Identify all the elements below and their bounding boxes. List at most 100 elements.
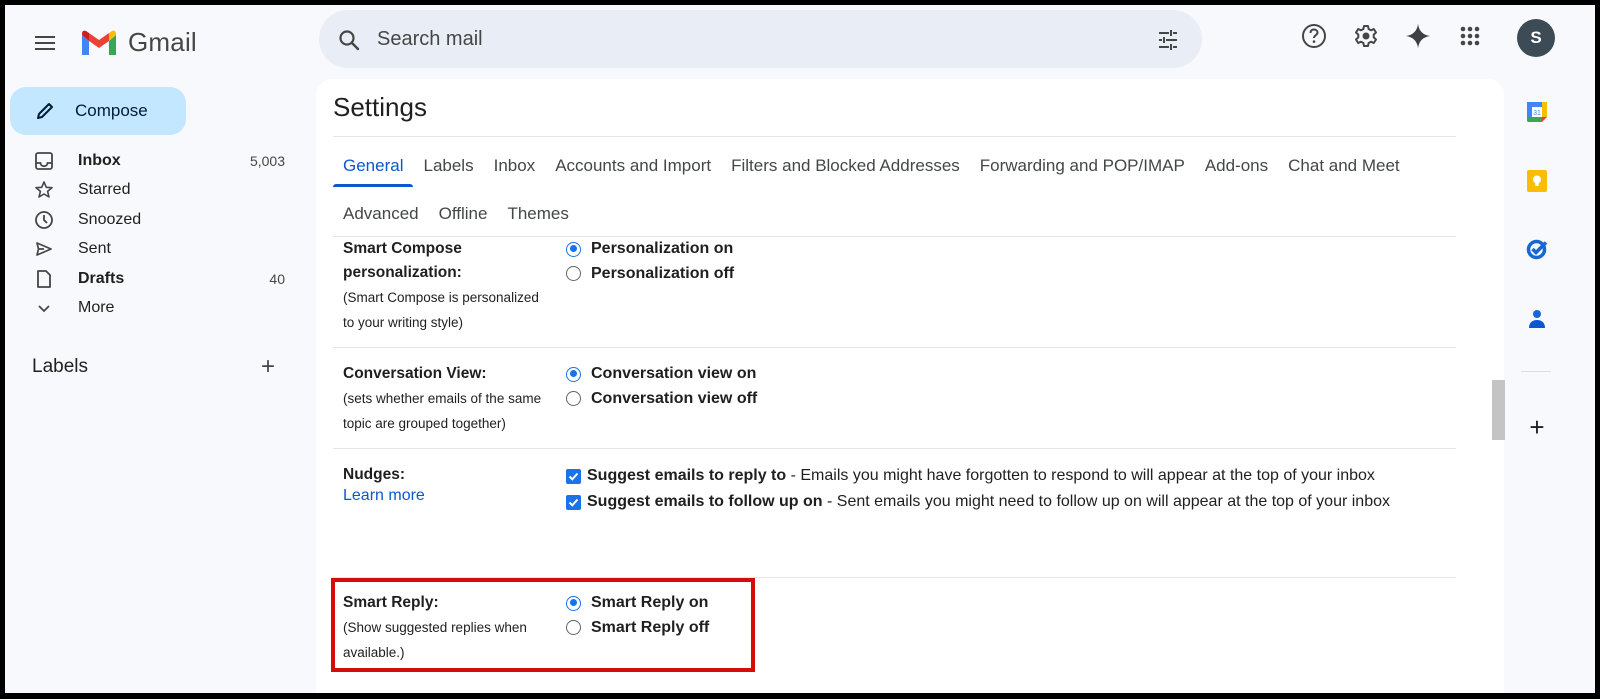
- compose-label: Compose: [75, 101, 148, 120]
- sidebar-item-label: Drafts: [78, 269, 125, 287]
- keep-icon[interactable]: [1525, 169, 1549, 193]
- sidebar-item-inbox[interactable]: Inbox 5,003: [5, 146, 315, 176]
- gmail-m-icon: [82, 30, 116, 55]
- sidebar-item-label: Starred: [78, 181, 131, 199]
- sidebar-item-snoozed[interactable]: Snoozed: [5, 205, 315, 235]
- option-conversation-view-on[interactable]: Conversation view on: [566, 362, 757, 387]
- send-icon: [36, 242, 52, 257]
- option-label: Personalization on: [591, 240, 734, 258]
- calendar-icon[interactable]: 31: [1525, 100, 1549, 124]
- search-icon[interactable]: [337, 28, 361, 52]
- page-title: Settings: [333, 92, 427, 122]
- sidebar-item-label: Snoozed: [78, 210, 142, 228]
- compose-button[interactable]: Compose: [10, 87, 186, 135]
- tab-offline[interactable]: Offline: [429, 195, 498, 235]
- settings-tabs-row-1: General Labels Inbox Accounts and Import…: [333, 147, 1410, 187]
- setting-title: Conversation View:: [343, 365, 487, 382]
- option-label: Conversation view on: [591, 365, 757, 383]
- tab-labels[interactable]: Labels: [413, 147, 483, 187]
- add-app-button[interactable]: +: [1525, 414, 1549, 440]
- gmail-logo[interactable]: Gmail: [80, 27, 197, 58]
- option-description: - Emails you might have forgotten to res…: [786, 467, 1375, 484]
- smart-reply-highlight-box: [331, 578, 755, 672]
- learn-more-link[interactable]: Learn more: [343, 487, 568, 505]
- settings-tabs-row-2: Advanced Offline Themes: [333, 195, 579, 235]
- tab-advanced[interactable]: Advanced: [333, 195, 429, 235]
- chevron-down-icon: [38, 305, 50, 313]
- sidebar-item-label: Sent: [78, 240, 111, 258]
- option-personalization-on[interactable]: Personalization on: [566, 237, 734, 262]
- apps-grid-icon[interactable]: [1457, 23, 1483, 49]
- gemini-sparkle-icon[interactable]: [1405, 23, 1431, 49]
- setting-label: Smart Compose personalization: (Smart Co…: [343, 237, 568, 335]
- account-avatar[interactable]: S: [1517, 19, 1555, 57]
- option-label: Personalization off: [591, 264, 735, 282]
- option-description: - Sent emails you might need to follow u…: [822, 492, 1390, 510]
- checkbox-checked[interactable]: [566, 494, 581, 510]
- tab-chat-and-meet[interactable]: Chat and Meet: [1278, 147, 1410, 187]
- option-suggest-follow-up: Suggest emails to follow up on - Sent em…: [566, 489, 1446, 515]
- main-menu-button[interactable]: [31, 29, 59, 57]
- setting-title: Nudges:: [343, 466, 405, 483]
- setting-description: (sets whether emails of the same: [343, 391, 542, 406]
- setting-description: topic are grouped together): [343, 416, 506, 431]
- tab-forwarding-and-pop-imap[interactable]: Forwarding and POP/IMAP: [970, 147, 1195, 187]
- setting-label: Nudges: Learn more: [343, 463, 568, 505]
- setting-description: to your writing style): [343, 315, 464, 330]
- setting-label: Conversation View: (sets whether emails …: [343, 362, 568, 436]
- sidebar-nav: Inbox 5,003 Starred Snoozed Sent Drafts …: [5, 146, 315, 323]
- divider: [333, 448, 1456, 449]
- radio-selected[interactable]: [566, 241, 581, 257]
- radio-selected[interactable]: [566, 366, 581, 382]
- checkbox-checked[interactable]: [566, 469, 581, 484]
- option-title: Suggest emails to reply to: [587, 467, 787, 484]
- tab-general[interactable]: General: [333, 147, 414, 187]
- drafts-count: 40: [269, 270, 285, 287]
- sidebar-item-starred[interactable]: Starred: [5, 176, 315, 206]
- search-options-icon[interactable]: [1156, 28, 1180, 52]
- help-icon[interactable]: [1301, 23, 1327, 49]
- setting-description: (Smart Compose is personalized: [343, 290, 539, 305]
- sidebar-item-more[interactable]: More: [5, 294, 315, 324]
- gmail-wordmark: Gmail: [128, 27, 197, 57]
- divider: [333, 136, 1456, 137]
- inbox-icon: [35, 151, 53, 170]
- options: Personalization on Personalization off: [566, 237, 734, 286]
- draft-icon: [37, 269, 51, 288]
- options: Suggest emails to reply to - Emails you …: [566, 463, 1446, 514]
- pencil-icon: [37, 103, 53, 119]
- contacts-icon[interactable]: [1525, 307, 1549, 331]
- sidebar-item-sent[interactable]: Sent: [5, 235, 315, 265]
- settings-panel: Settings General Labels Inbox Accounts a…: [316, 79, 1504, 693]
- sidebar-item-label: Inbox: [78, 151, 121, 169]
- svg-text:31: 31: [1533, 110, 1541, 117]
- tab-themes[interactable]: Themes: [497, 195, 578, 235]
- search-input[interactable]: [377, 10, 1137, 68]
- gmail-window: Gmail Search mail S Compose Inbox 5,003 …: [5, 5, 1595, 693]
- tab-filters-and-blocked-addresses[interactable]: Filters and Blocked Addresses: [721, 147, 970, 187]
- option-conversation-view-off[interactable]: Conversation view off: [566, 387, 757, 412]
- tasks-icon[interactable]: [1525, 237, 1549, 261]
- option-personalization-off[interactable]: Personalization off: [566, 262, 734, 287]
- search-bar[interactable]: [319, 10, 1202, 68]
- tab-add-ons[interactable]: Add-ons: [1195, 147, 1278, 187]
- sidebar-item-label: More: [78, 299, 115, 317]
- sidebar-item-drafts[interactable]: Drafts 40: [5, 264, 315, 294]
- setting-title: Smart Compose: [343, 240, 462, 257]
- unread-count: 5,003: [249, 152, 285, 169]
- setting-title: personalization:: [343, 264, 462, 281]
- tab-accounts-and-import[interactable]: Accounts and Import: [545, 147, 721, 187]
- star-icon: [35, 181, 53, 199]
- divider: [333, 347, 1456, 348]
- add-label-button[interactable]: +: [261, 355, 275, 379]
- option-label: Conversation view off: [591, 389, 758, 407]
- option-suggest-reply: Suggest emails to reply to - Emails you …: [566, 463, 1446, 489]
- options: Conversation view on Conversation view o…: [566, 362, 757, 411]
- option-title: Suggest emails to follow up on: [587, 492, 823, 510]
- tab-inbox[interactable]: Inbox: [484, 147, 546, 187]
- radio-unselected[interactable]: [566, 391, 581, 407]
- rail-divider: [1521, 371, 1551, 372]
- settings-gear-icon[interactable]: [1353, 23, 1379, 49]
- radio-unselected[interactable]: [566, 266, 581, 282]
- scrollbar-thumb[interactable]: [1492, 380, 1505, 440]
